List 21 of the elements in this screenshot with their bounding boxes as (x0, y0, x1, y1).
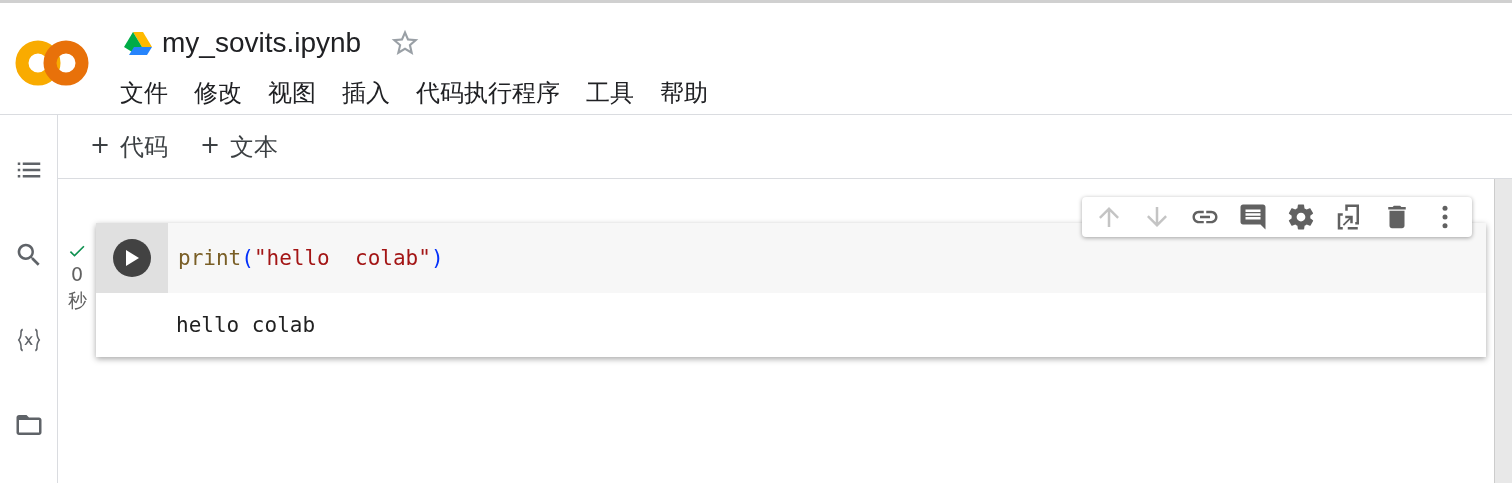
menu-item[interactable]: 文件 (118, 75, 170, 111)
insert-cell-button[interactable]: + 文本 (194, 126, 285, 167)
code-line[interactable]: print("hello colab") (168, 223, 444, 293)
play-icon (124, 249, 140, 267)
menu-item[interactable]: 修改 (192, 75, 244, 111)
menu-item[interactable]: 插入 (340, 75, 392, 111)
settings-icon[interactable] (1286, 202, 1316, 232)
menu-item[interactable]: 代码执行程序 (414, 75, 562, 111)
cell-output: hello colab (175, 312, 317, 339)
execution-time: 0 (70, 262, 84, 287)
colab-logo[interactable] (14, 38, 90, 88)
run-button[interactable] (113, 239, 151, 277)
menu-item[interactable]: 视图 (266, 75, 318, 111)
menu-item[interactable]: 工具 (584, 75, 636, 111)
insert-cell-button[interactable]: + 代码 (84, 126, 175, 167)
scrollbar[interactable] (1494, 179, 1512, 483)
comment-icon[interactable] (1238, 202, 1268, 232)
drive-icon[interactable] (124, 31, 152, 55)
notebook-title[interactable]: my_sovits.ipynb (162, 27, 362, 59)
menu-item[interactable]: 帮助 (658, 75, 710, 111)
time-unit: 秒 (67, 288, 87, 313)
